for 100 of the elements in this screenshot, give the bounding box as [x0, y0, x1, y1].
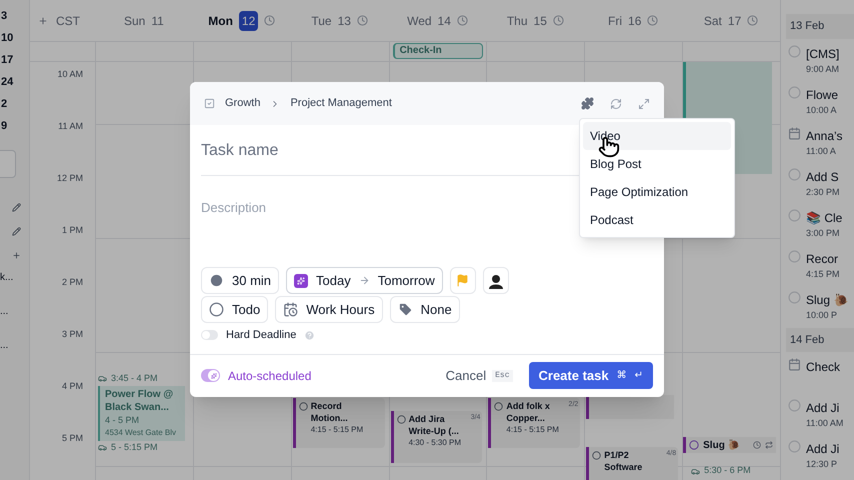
status-circle-icon[interactable]	[788, 86, 801, 98]
mini-calendar-date[interactable]: 10	[0, 30, 14, 52]
status-circle-icon	[396, 415, 406, 424]
menu-item[interactable]: Page Optimization	[583, 178, 731, 206]
event-title: Power Flow @ Black Swan...	[105, 388, 174, 414]
task-time: 10:00 P	[806, 308, 838, 322]
day-name: Mon	[208, 12, 233, 30]
day-name: Sun	[124, 12, 146, 30]
day-number: 11	[151, 12, 164, 30]
task-card[interactable]	[586, 395, 674, 420]
task-time: 11:00 A	[806, 144, 837, 158]
task-title[interactable]: 📚 Cle	[806, 208, 842, 226]
task-time: 10:00 A	[806, 104, 838, 116]
status-circle-icon[interactable]	[788, 208, 801, 222]
day-name: Tue	[311, 12, 332, 30]
task-title: P1/P2 Software	[604, 449, 644, 474]
label-button[interactable]: None	[390, 296, 460, 323]
car-icon	[691, 466, 700, 476]
status-circle-icon[interactable]	[788, 399, 801, 412]
task-time: 2:30 PM	[806, 186, 840, 198]
shortcut-key: ↵	[634, 368, 643, 384]
mini-calendar-date[interactable]: 17	[0, 52, 14, 74]
day-number: 13	[338, 12, 351, 30]
calendar-icon	[788, 358, 801, 371]
pencil-icon[interactable]	[12, 203, 21, 212]
mini-calendar-date[interactable]: 9	[0, 118, 8, 140]
task-time: 4:30 - 5:30 PM	[408, 437, 462, 449]
hour-label: 4 PM	[62, 380, 83, 393]
status-button[interactable]: Todo	[201, 296, 268, 323]
mini-calendar-date[interactable]: 3	[0, 8, 8, 30]
add-icon[interactable]	[12, 251, 21, 260]
day-number: 12	[238, 10, 258, 30]
checkbox-icon	[204, 98, 215, 109]
mini-calendar-date[interactable]: 2	[0, 96, 8, 118]
menu-item[interactable]: Podcast	[583, 206, 731, 234]
task-title[interactable]: Add Ji	[806, 399, 844, 417]
hour-label: 5 PM	[62, 432, 83, 445]
breadcrumb-link[interactable]: Project Management	[290, 95, 392, 112]
task-title: Record Motion...	[310, 400, 349, 424]
task-title[interactable]: Recor	[806, 250, 840, 268]
auto-schedule-toggle[interactable]	[201, 369, 220, 382]
sidebar-item[interactable]: k...	[0, 270, 14, 304]
date-range-button[interactable]: Today Tomorrow	[286, 267, 443, 294]
status-circle-icon[interactable]	[788, 44, 801, 58]
puzzle-icon[interactable]	[581, 97, 594, 110]
task-time: 4:15 PM	[806, 268, 840, 280]
car-icon	[98, 374, 107, 384]
hour-label: 2 PM	[62, 276, 83, 289]
sidebar-item[interactable]: ...	[0, 304, 8, 338]
calendar-clock-icon	[283, 302, 298, 317]
task-title[interactable]: [CMS]	[806, 44, 840, 62]
duration-button[interactable]: 30 min	[201, 267, 280, 294]
status-circle-icon[interactable]	[788, 290, 801, 304]
help-icon[interactable]	[304, 330, 316, 341]
schedule-button[interactable]: Work Hours	[275, 296, 383, 323]
task-card[interactable]: Record Motion... 4:15 - 5:15 PM	[292, 398, 385, 448]
assignee-button[interactable]	[482, 267, 509, 294]
timezone-label[interactable]: CST	[56, 12, 80, 30]
task-title: Add folk x Copper...	[506, 400, 551, 424]
priority-button[interactable]	[450, 267, 476, 294]
mini-calendar-date[interactable]: 24	[0, 74, 14, 96]
day-number: 15	[534, 12, 547, 30]
hour-label: 10 AM	[57, 68, 83, 81]
status-circle-icon[interactable]	[788, 250, 801, 262]
create-task-button[interactable]: Create task ⌘ ↵	[528, 362, 653, 390]
task-title[interactable]: Add S	[806, 168, 840, 186]
task-title[interactable]: Check	[806, 358, 840, 376]
event-location: 4534 West Gate Blv	[105, 427, 177, 439]
avatar-icon	[488, 272, 504, 288]
status-circle-icon	[209, 302, 224, 317]
arrow-icon	[358, 275, 370, 286]
tag-icon	[398, 302, 413, 317]
breadcrumb-link[interactable]: Growth	[225, 95, 260, 112]
day-number: 14	[438, 12, 451, 30]
repeat-icon	[764, 441, 773, 449]
hard-deadline-toggle[interactable]	[201, 330, 218, 340]
task-time: 11:00 AM	[806, 417, 844, 430]
expand-icon[interactable]	[638, 98, 650, 110]
sidebar-item[interactable]: ...	[0, 338, 8, 372]
sync-icon[interactable]	[610, 98, 622, 110]
calendar-icon	[788, 126, 801, 140]
cancel-button[interactable]: Cancel	[446, 366, 486, 386]
add-timezone-icon[interactable]	[38, 16, 48, 26]
task-title: Add Jira Write-Up (...	[408, 413, 460, 437]
travel-time: 3:45 - 4 PM	[111, 372, 158, 385]
travel-time: 5 - 5:15 PM	[111, 441, 158, 454]
start-date: Today	[316, 272, 351, 290]
all-day-event[interactable]: Check-In	[392, 43, 484, 59]
task-card[interactable]: Slug 🐌	[683, 437, 776, 453]
status-circle-icon[interactable]	[788, 168, 801, 180]
event-time: 4 - 5 PM	[105, 414, 140, 426]
task-title[interactable]: Anna’s	[806, 126, 842, 144]
pencil-icon[interactable]	[12, 227, 21, 236]
task-title[interactable]: Add Ji	[806, 440, 840, 458]
task-title[interactable]: Flowe	[806, 86, 838, 104]
task-time: 12:30 P	[806, 458, 838, 471]
status-circle-icon[interactable]	[788, 440, 801, 453]
status-circle-icon	[689, 440, 700, 450]
task-time: 3:00 PM	[806, 226, 841, 240]
task-title[interactable]: Slug 🐌	[806, 290, 848, 308]
